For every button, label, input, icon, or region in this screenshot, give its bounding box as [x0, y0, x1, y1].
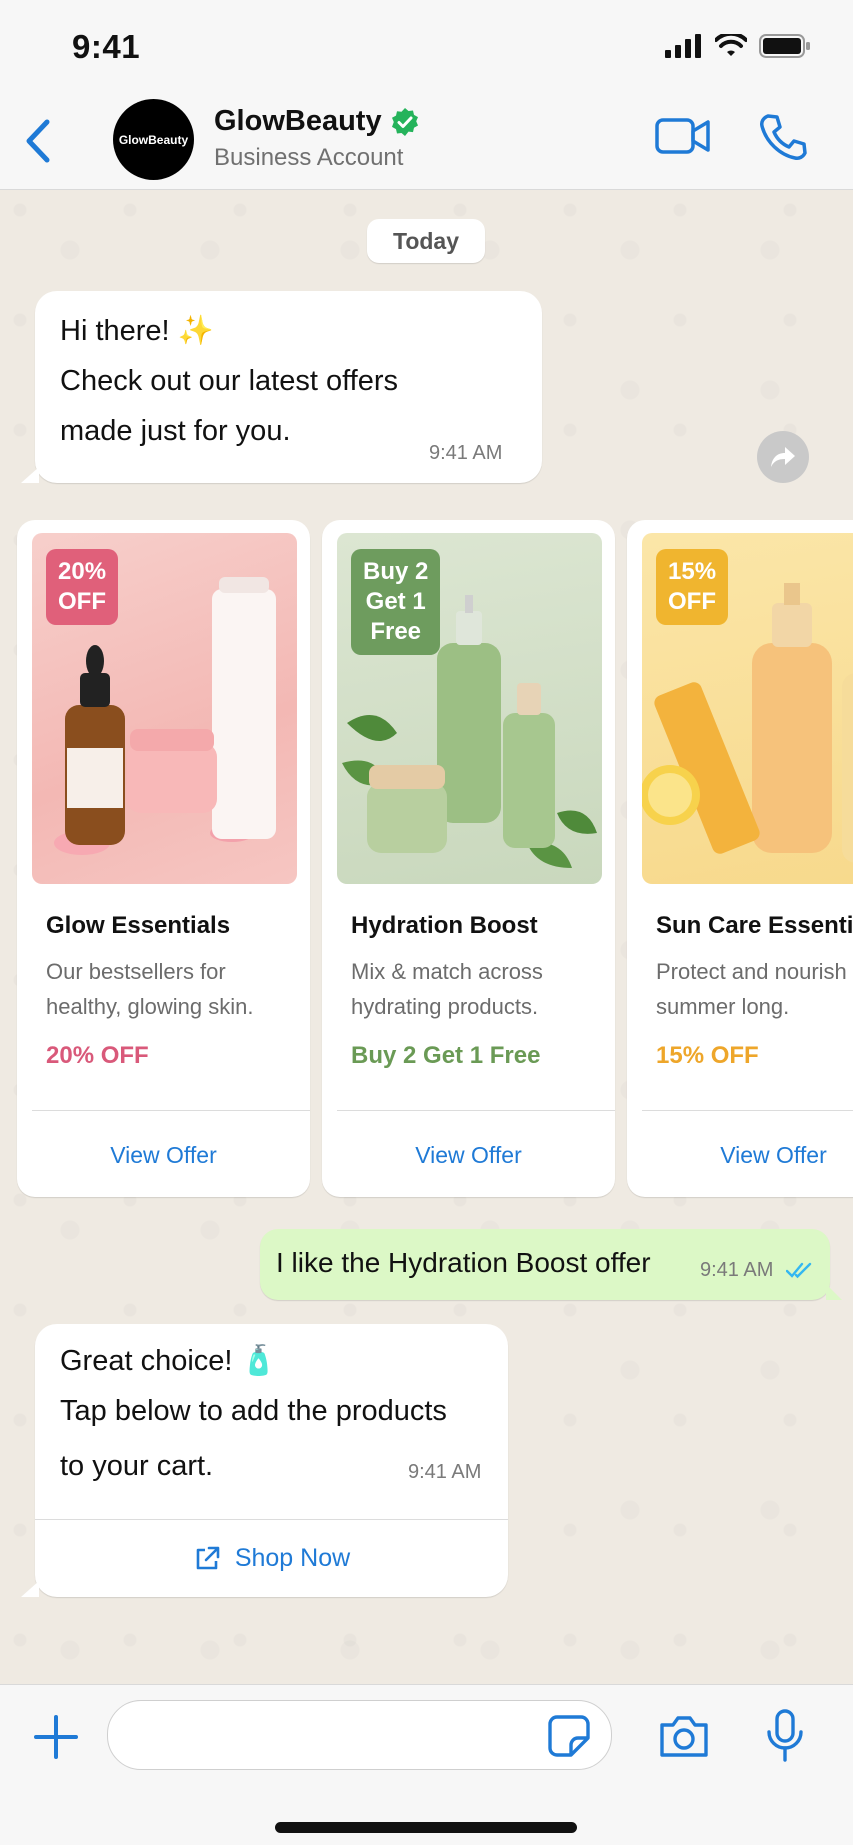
offer-badge: 20% OFF: [46, 549, 119, 625]
mic-button[interactable]: [765, 1708, 805, 1764]
signal-icon: [665, 34, 701, 58]
message-input-field[interactable]: [132, 1711, 536, 1759]
camera-icon: [660, 1716, 708, 1757]
message-time: 9:41 AM: [700, 1259, 774, 1281]
avatar[interactable]: GlowBeauty: [113, 99, 194, 180]
card-divider: [642, 1110, 853, 1111]
offer-value: Buy 2 Get 1 Free: [351, 1042, 541, 1069]
plus-icon: [34, 1715, 78, 1759]
wifi-icon: [715, 34, 747, 56]
view-offer-button[interactable]: View Offer: [627, 1120, 853, 1190]
back-button[interactable]: [18, 114, 58, 168]
offer-card[interactable]: Buy 2 Get 1 Free Hydration Boost Mix & m…: [322, 520, 615, 1197]
offer-card[interactable]: 15% OFF Sun Care Essentials Protect and …: [627, 520, 853, 1197]
message-text: I like the Hydration Boost offer: [276, 1247, 651, 1278]
message-line: Tap below to add the products: [60, 1395, 447, 1427]
message-line: to your cart.: [60, 1450, 214, 1482]
phone-icon: [760, 114, 807, 160]
avatar-text: GlowBeauty: [118, 132, 189, 147]
card-divider: [337, 1110, 615, 1111]
offer-title: Hydration Boost: [351, 912, 538, 939]
offer-value: 20% OFF: [46, 1042, 149, 1069]
message-line: Great choice! 🧴: [60, 1345, 277, 1377]
chat-header: GlowBeauty GlowBeauty Business Account: [0, 92, 853, 190]
forward-icon: [771, 447, 795, 467]
view-offer-button[interactable]: View Offer: [17, 1120, 310, 1190]
offer-description: Our bestsellers for healthy, glowing ski…: [46, 959, 254, 1019]
outgoing-message[interactable]: I like the Hydration Boost offer 9:41 AM: [260, 1229, 842, 1300]
sticker-icon: [548, 1715, 590, 1757]
offer-badge: 15% OFF: [656, 549, 729, 625]
message-time: 9:41 AM: [429, 442, 503, 464]
sticker-button[interactable]: [547, 1714, 591, 1758]
offer-description: Mix & match across hydrating products.: [351, 959, 543, 1019]
status-icons: [665, 34, 811, 58]
card-divider: [32, 1110, 310, 1111]
offer-carousel[interactable]: 20% OFF Glow Essentials Our bestsellers …: [17, 520, 853, 1197]
double-check-icon: [786, 1262, 812, 1279]
incoming-message[interactable]: Hi there! ✨ Check out our latest offers …: [21, 291, 542, 483]
composer-bar: [0, 1684, 853, 1845]
shop-now-label: Shop Now: [234, 1544, 351, 1572]
contact-name-text: GlowBeauty: [214, 105, 382, 137]
offer-title: Sun Care Essentials: [656, 912, 853, 939]
video-call-button[interactable]: [655, 114, 711, 158]
offer-badge: Buy 2 Get 1 Free: [351, 549, 441, 655]
back-icon: [26, 119, 50, 163]
verified-icon: [391, 107, 418, 136]
battery-icon: [759, 34, 810, 58]
shop-now-button[interactable]: Shop Now: [35, 1520, 508, 1597]
product-image: Buy 2 Get 1 Free: [337, 533, 602, 884]
offer-description: Protect and nourish all summer long.: [656, 959, 853, 1019]
message-line: Check out our latest offers: [60, 365, 398, 397]
home-indicator: [275, 1822, 577, 1833]
chat-area[interactable]: Today Hi there! ✨ Check out our latest o…: [0, 190, 853, 1684]
voice-call-button[interactable]: [758, 112, 808, 162]
message-input[interactable]: [107, 1700, 612, 1770]
video-icon: [655, 118, 710, 154]
offer-title: Glow Essentials: [46, 912, 231, 939]
status-time: 9:41: [72, 28, 141, 65]
status-bar: 9:41: [0, 0, 853, 92]
incoming-message[interactable]: Great choice! 🧴 Tap below to add the pro…: [21, 1324, 508, 1597]
contact-name[interactable]: GlowBeauty: [214, 105, 420, 138]
view-offer-button[interactable]: View Offer: [322, 1120, 615, 1190]
camera-button[interactable]: [658, 1713, 710, 1759]
message-time: 9:41 AM: [408, 1461, 482, 1483]
product-image: 15% OFF: [642, 533, 853, 884]
forward-button[interactable]: [757, 431, 809, 483]
message-line: made just for you.: [60, 415, 291, 447]
message-line: Hi there! ✨: [60, 315, 214, 347]
contact-subtitle: Business Account: [214, 144, 404, 171]
date-separator: Today: [367, 219, 485, 263]
offer-card[interactable]: 20% OFF Glow Essentials Our bestsellers …: [17, 520, 310, 1197]
mic-icon: [767, 1709, 803, 1762]
product-image: 20% OFF: [32, 533, 297, 884]
external-link-icon: [196, 1546, 220, 1569]
offer-value: 15% OFF: [656, 1042, 759, 1069]
attach-button[interactable]: [32, 1713, 80, 1761]
